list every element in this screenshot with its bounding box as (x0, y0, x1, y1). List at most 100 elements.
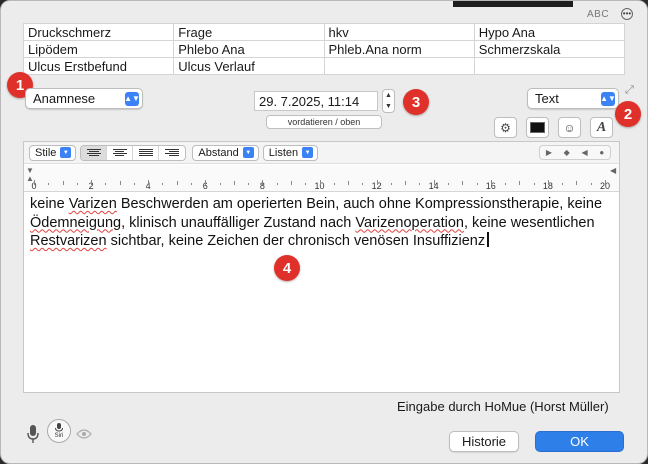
ruler-tick (34, 180, 35, 185)
tab-decimal-icon[interactable]: ● (599, 148, 604, 157)
ruler-tick (305, 183, 307, 185)
history-button[interactable]: Historie (449, 431, 519, 452)
lists-select[interactable]: Listen ▼ (262, 144, 319, 161)
ruler-tick (505, 183, 507, 185)
misspelled-word[interactable]: Restvarizen (30, 233, 107, 249)
keyword-cell[interactable]: Hypo Ana (473, 23, 626, 41)
chevron-down-icon: ▼ (242, 147, 254, 158)
ellipsis-circle-icon[interactable]: ••• (621, 8, 633, 20)
text-editor[interactable]: Stile ▼ Abstand ▼ Listen ▼ ▶ ◆ ◀ ● ▼ ▲ ◀… (23, 141, 620, 393)
keyword-cell[interactable]: Phleb.Ana norm (323, 40, 475, 58)
ruler-tick (405, 181, 407, 185)
keyword-cell (323, 57, 475, 75)
ruler-tick (447, 183, 449, 185)
stepper-down-icon[interactable]: ▼ (385, 103, 392, 110)
keyword-cell[interactable]: Ulcus Verlauf (173, 57, 325, 75)
align-left-icon[interactable] (81, 145, 108, 160)
align-right-icon[interactable] (159, 146, 185, 160)
ruler-tick (290, 181, 292, 185)
predate-button[interactable]: vordatieren / oben (266, 115, 382, 129)
microphone-icon[interactable] (25, 423, 41, 445)
keyword-cell[interactable]: hkv (323, 23, 475, 41)
chevron-updown-icon: ▲▼ (124, 92, 140, 106)
table-row: Druckschmerz Frage hkv Hypo Ana (22, 23, 626, 41)
spacing-select[interactable]: Abstand ▼ (192, 144, 259, 161)
align-justify-icon[interactable] (133, 145, 160, 160)
ruler-tick (376, 180, 378, 185)
ruler-tick (162, 183, 164, 185)
ruler-tick (462, 181, 464, 185)
keyword-cell[interactable]: Druckschmerz (22, 23, 175, 41)
author-line: Eingabe durch HoMue (Horst Müller) (397, 399, 609, 414)
category-select-value: Anamnese (33, 91, 96, 106)
expand-icon[interactable]: ⤢ (625, 85, 637, 97)
note-text[interactable]: keine Varizen Beschwerden am operierten … (30, 195, 610, 251)
ruler-tick (390, 183, 392, 185)
styles-label: Stile (35, 146, 57, 159)
chevron-down-icon: ▼ (302, 147, 314, 158)
tab-left-icon[interactable]: ▶ (546, 148, 552, 157)
ruler-tick (319, 180, 321, 185)
siri-mic-icon (55, 422, 63, 432)
date-time-field[interactable]: 29. 7.2025, 11:14 (254, 91, 378, 111)
misspelled-word[interactable]: Varizenoperation (355, 215, 464, 231)
ruler-tick (519, 181, 521, 185)
callout-badge-4: 4 (274, 255, 300, 281)
eye-icon[interactable] (75, 426, 93, 442)
callout-badge-2: 2 (615, 101, 641, 127)
gear-icon[interactable]: ⚙ (494, 117, 517, 138)
keyword-cell[interactable]: Frage (173, 23, 325, 41)
ruler-tick (233, 181, 235, 185)
siri-label: Siri (54, 432, 64, 439)
smiley-icon[interactable]: ☺ (558, 117, 581, 138)
category-select[interactable]: Anamnese ▲▼ (25, 88, 143, 109)
stepper-up-icon[interactable]: ▲ (385, 92, 392, 99)
tab-right-icon[interactable]: ◀ (581, 148, 587, 157)
styles-select[interactable]: Stile ▼ (29, 144, 77, 161)
color-swatch-icon[interactable] (526, 117, 549, 138)
keyword-cell[interactable]: Ulcus Erstbefund (22, 57, 175, 75)
ruler-tick (348, 181, 350, 185)
ruler-tick (62, 181, 64, 185)
ruler-tick (333, 183, 335, 185)
ok-button[interactable]: OK (535, 431, 624, 452)
font-icon[interactable]: A (590, 117, 613, 138)
ruler-tick (276, 183, 278, 185)
ruler-tick (133, 183, 135, 185)
ruler-tick (262, 180, 264, 185)
callout-badge-3: 3 (403, 89, 429, 115)
ruler[interactable]: ▼ ▲ ◀ 0 2 4 6 8 10 12 14 16 18 20 (24, 165, 619, 192)
chevron-updown-icon: ▲▼ (600, 92, 616, 106)
ruler-tick (176, 181, 178, 185)
date-stepper[interactable]: ▲ ▼ (382, 89, 395, 113)
spacing-label: Abstand (198, 146, 239, 159)
keyword-cell[interactable]: Schmerzskala (473, 40, 626, 58)
right-indent-icon[interactable]: ◀ (610, 167, 616, 175)
title-strip: ABC ••• (1, 1, 647, 23)
ruler-tick (148, 180, 150, 185)
tab-center-icon[interactable]: ◆ (564, 148, 570, 157)
misspelled-word[interactable]: Varizen (69, 196, 117, 212)
ruler-tick (476, 183, 478, 185)
siri-button[interactable]: Siri (47, 419, 71, 443)
ruler-tick (248, 183, 250, 185)
ruler-tick (490, 180, 492, 185)
lists-label: Listen (268, 146, 299, 159)
ruler-tick (91, 180, 93, 185)
keyword-cell[interactable]: Lipödem (22, 40, 175, 58)
ruler-tick (590, 183, 592, 185)
ruler-tick (419, 183, 421, 185)
format-toolbar: Stile ▼ Abstand ▼ Listen ▼ ▶ ◆ ◀ ● (24, 142, 619, 164)
ruler-tick (433, 180, 435, 185)
ruler-tick (219, 183, 221, 185)
align-center-icon[interactable] (107, 145, 134, 160)
type-select[interactable]: Text ▲▼ (527, 88, 619, 109)
type-select-value: Text (535, 91, 559, 106)
ruler-tick (547, 180, 549, 185)
keyword-cell[interactable]: Phlebo Ana (173, 40, 325, 58)
text-run: keine (30, 196, 69, 212)
misspelled-word[interactable]: Ödemneigung (30, 215, 121, 231)
keyword-cell (473, 57, 626, 75)
text-run: , klinisch unauffälliger Zustand nach (121, 214, 356, 231)
ruler-tick (362, 183, 364, 185)
